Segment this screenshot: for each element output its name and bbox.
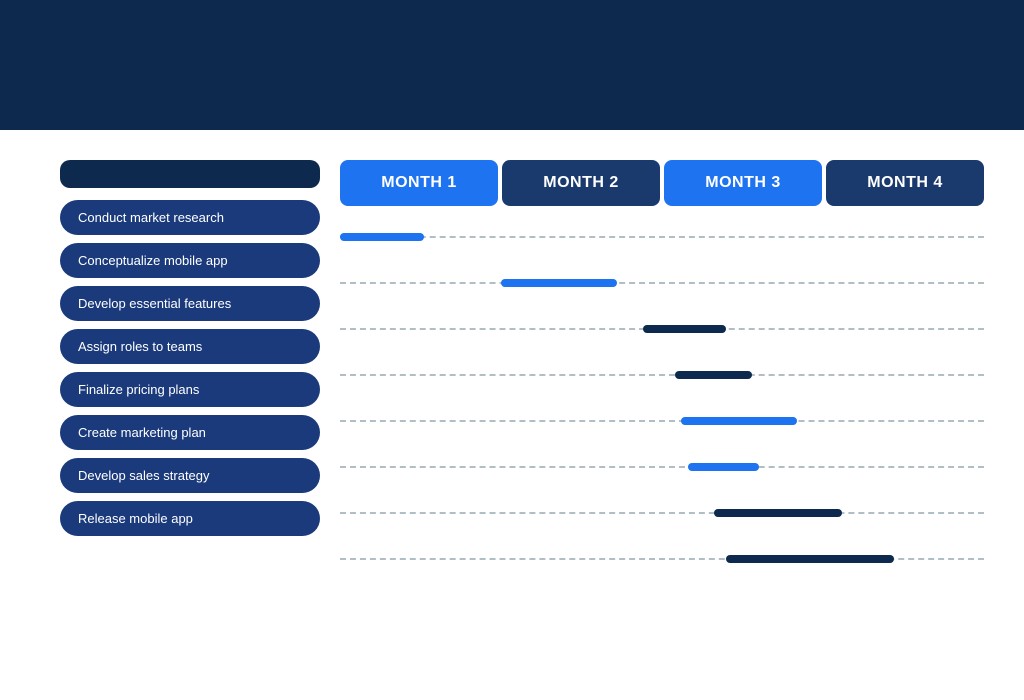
- gantt-bar: [726, 555, 893, 563]
- gantt-track: [340, 509, 984, 517]
- gantt-track: [340, 417, 984, 425]
- gantt-bar: [501, 279, 617, 287]
- task-item: Conduct market research: [60, 200, 320, 235]
- gantt-bar: [675, 371, 752, 379]
- gantt-track: [340, 371, 984, 379]
- gantt-bar: [340, 233, 424, 241]
- gantt-track: [340, 325, 984, 333]
- month-header-1: MONTH 1: [340, 160, 498, 206]
- gantt-bar: [688, 463, 759, 471]
- gantt-bar: [714, 509, 843, 517]
- chart-container: Conduct market research Conceptualize mob…: [60, 160, 984, 586]
- tasks-header: [60, 160, 320, 188]
- task-item: Conceptualize mobile app: [60, 243, 320, 278]
- gantt-row: [340, 310, 984, 348]
- gantt-track: [340, 279, 984, 287]
- task-item: Assign roles to teams: [60, 329, 320, 364]
- gantt-dashes: [340, 374, 984, 376]
- gantt-row: [340, 218, 984, 256]
- gantt-row: [340, 494, 984, 532]
- task-item: Finalize pricing plans: [60, 372, 320, 407]
- gantt-dashes: [340, 282, 984, 284]
- gantt-dashes: [340, 512, 984, 514]
- gantt-row: [340, 448, 984, 486]
- month-header-2: MONTH 2: [502, 160, 660, 206]
- gantt-row: [340, 356, 984, 394]
- gantt-track: [340, 233, 984, 241]
- header: [0, 0, 1024, 130]
- task-item: Develop sales strategy: [60, 458, 320, 493]
- task-item: Create marketing plan: [60, 415, 320, 450]
- gantt-column: MONTH 1MONTH 2MONTH 3MONTH 4: [340, 160, 984, 586]
- gantt-row: [340, 264, 984, 302]
- task-item: Develop essential features: [60, 286, 320, 321]
- gantt-track: [340, 555, 984, 563]
- main-content: Conduct market research Conceptualize mob…: [0, 130, 1024, 606]
- tasks-column: Conduct market research Conceptualize mob…: [60, 160, 320, 586]
- month-header-3: MONTH 3: [664, 160, 822, 206]
- gantt-bar: [681, 417, 797, 425]
- month-headers: MONTH 1MONTH 2MONTH 3MONTH 4: [340, 160, 984, 206]
- task-list: Conduct market research Conceptualize mob…: [60, 200, 320, 536]
- gantt-row: [340, 402, 984, 440]
- gantt-dashes: [340, 466, 984, 468]
- month-header-4: MONTH 4: [826, 160, 984, 206]
- gantt-track: [340, 463, 984, 471]
- gantt-row: [340, 540, 984, 578]
- task-item: Release mobile app: [60, 501, 320, 536]
- gantt-dashes: [340, 236, 984, 238]
- gantt-dashes: [340, 420, 984, 422]
- gantt-bar: [643, 325, 727, 333]
- gantt-rows: [340, 218, 984, 578]
